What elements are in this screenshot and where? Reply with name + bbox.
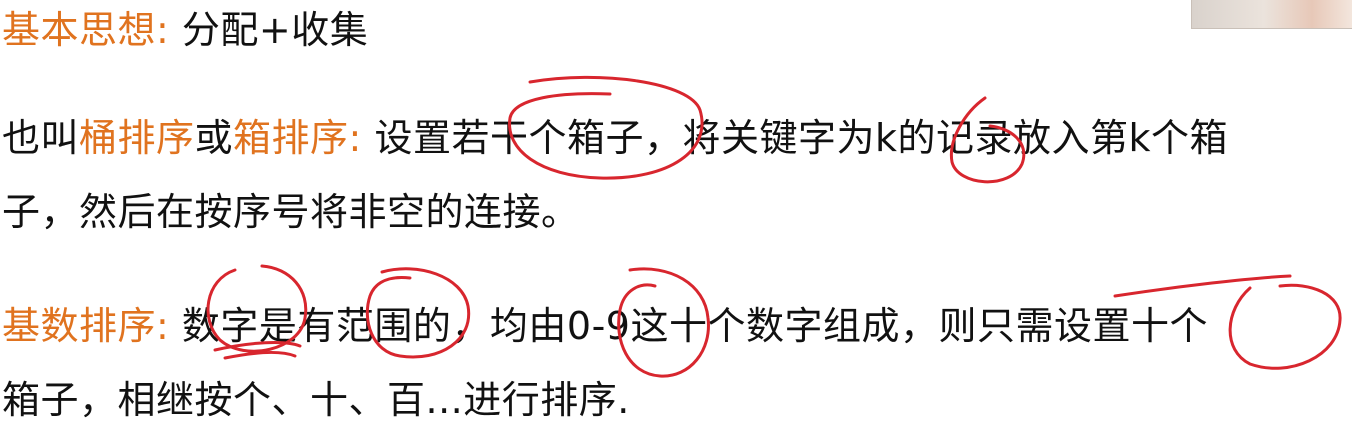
webcam-thumbnail <box>1191 0 1352 29</box>
bucket-text-2: 或 <box>194 116 234 160</box>
bucket-sort-line-1: 也叫桶排序或箱排序: 设置若干个箱子，将关键字为k的记录放入第k个箱 <box>2 114 1228 162</box>
bucket-sort-line-2: 子，然后在按序号将非空的连接。 <box>2 188 580 236</box>
basic-idea-text: 分配+收集 <box>181 8 369 52</box>
radix-text-1: 数字是有范围的，均由0-9这十个数字组成，则只需设置十个 <box>181 304 1208 348</box>
ink-circle-ten <box>1228 283 1342 370</box>
box-sort-term: 箱排序: <box>233 116 362 160</box>
bucket-text-4: 子，然后在按序号将非空的连接。 <box>2 190 580 234</box>
radix-text-2: 箱子，相继按个、十、百...进行排序. <box>2 378 630 422</box>
bucket-sort-term: 桶排序 <box>79 116 195 160</box>
heading-basic-idea: 基本思想: 分配+收集 <box>2 6 368 54</box>
ink-overline-ten <box>1113 274 1292 298</box>
basic-idea-label: 基本思想: <box>2 8 170 52</box>
radix-sort-label: 基数排序: <box>2 304 170 348</box>
radix-sort-line-1: 基数排序: 数字是有范围的，均由0-9这十个数字组成，则只需设置十个 <box>2 302 1208 350</box>
bucket-text-1: 也叫 <box>2 116 80 160</box>
bucket-text-3: 设置若干个箱子，将关键字为k的记录放入第k个箱 <box>374 116 1228 160</box>
radix-sort-line-2: 箱子，相继按个、十、百...进行排序. <box>2 376 630 424</box>
